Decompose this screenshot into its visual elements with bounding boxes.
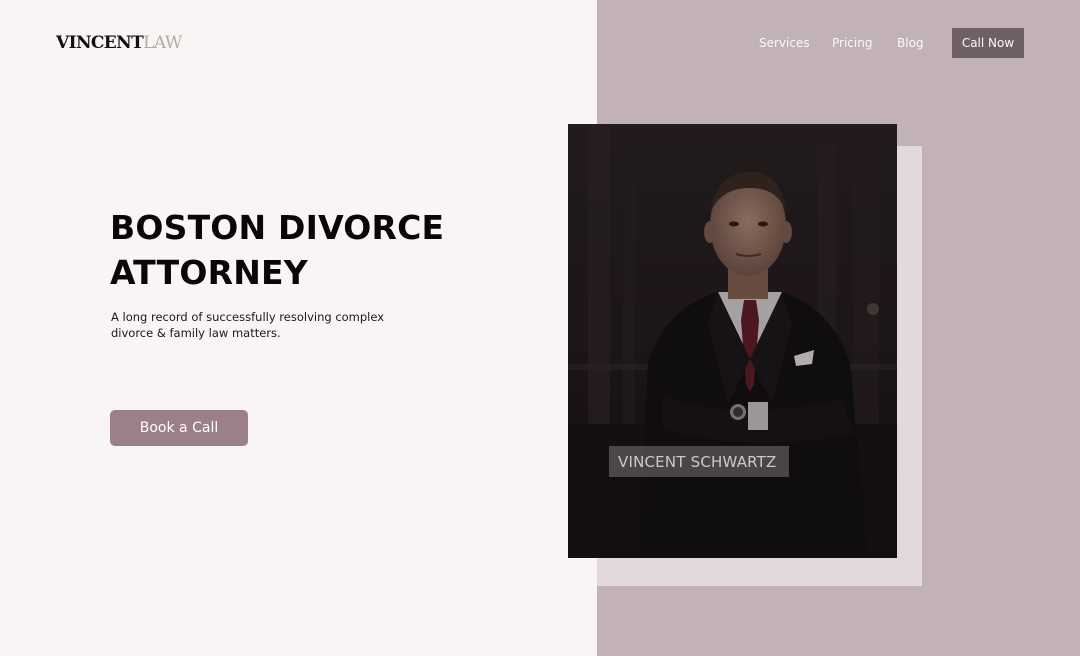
hero-subtitle: A long record of successfully resolving … bbox=[111, 309, 385, 341]
nav-link-blog[interactable]: Blog bbox=[897, 36, 924, 50]
subtitle-line-1: A long record of successfully resolving … bbox=[111, 310, 385, 324]
page: VINCENTLAW Services Pricing Blog Call No… bbox=[0, 0, 1080, 656]
title-line-1: BOSTON DIVORCE bbox=[110, 208, 445, 247]
nav-link-pricing[interactable]: Pricing bbox=[832, 36, 872, 50]
portrait-illustration bbox=[568, 124, 897, 558]
site-logo[interactable]: VINCENTLAW bbox=[56, 33, 182, 53]
call-now-button[interactable]: Call Now bbox=[952, 28, 1024, 58]
page-title: BOSTON DIVORCE ATTORNEY bbox=[110, 205, 444, 295]
logo-secondary-text: LAW bbox=[143, 33, 182, 53]
book-a-call-button[interactable]: Book a Call bbox=[110, 410, 248, 446]
attorney-name-tag: VINCENT SCHWARTZ bbox=[609, 446, 789, 477]
nav-link-services[interactable]: Services bbox=[759, 36, 810, 50]
title-line-2: ATTORNEY bbox=[110, 253, 308, 292]
subtitle-line-2: divorce & family law matters. bbox=[111, 326, 281, 340]
logo-primary-text: VINCENT bbox=[56, 33, 144, 53]
attorney-portrait-photo bbox=[568, 124, 897, 558]
